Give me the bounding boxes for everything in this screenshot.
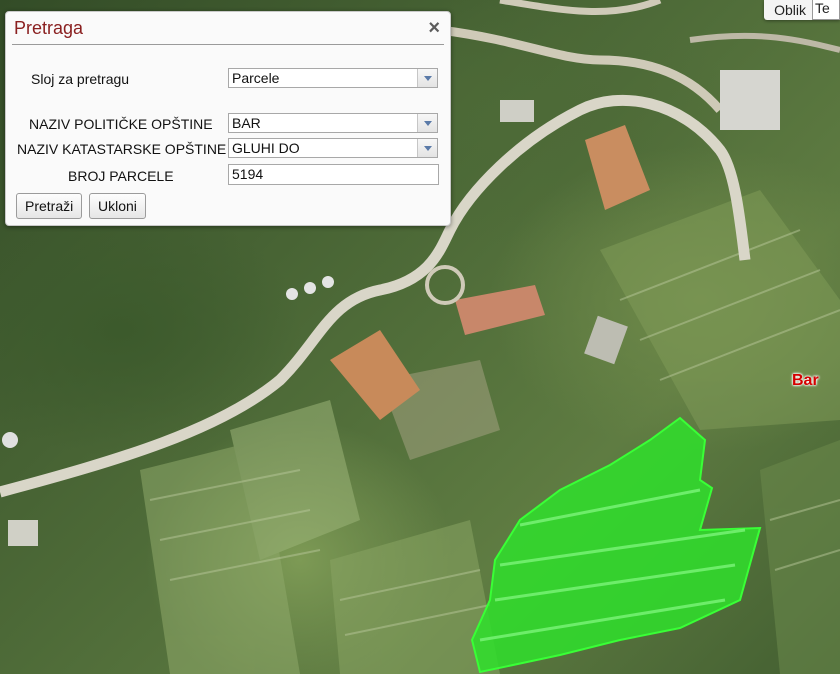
parcel-number-label: BROJ PARCELE (68, 168, 174, 184)
chevron-down-icon[interactable] (417, 139, 437, 157)
parcel-number-input[interactable]: 5194 (228, 164, 439, 185)
place-label-bar: Bar (792, 372, 819, 389)
close-icon[interactable]: × (428, 18, 440, 38)
search-button[interactable]: Pretraži (16, 193, 83, 219)
shape-control: Oblik Te (764, 0, 840, 20)
dialog-title: Pretraga (14, 18, 84, 38)
chevron-down-icon[interactable] (417, 69, 437, 87)
shape-input[interactable]: Te (812, 0, 840, 20)
political-municipality-select[interactable]: BAR (228, 113, 438, 133)
political-municipality-value: BAR (232, 115, 261, 131)
cadastral-municipality-select[interactable]: GLUHI DO (228, 138, 438, 158)
remove-button[interactable]: Ukloni (89, 193, 146, 219)
layer-label: Sloj za pretragu (31, 71, 130, 87)
political-municipality-label: NAZIV POLITIČKE OPŠTINE (29, 116, 213, 132)
layer-select-value: Parcele (232, 70, 280, 86)
cadastral-municipality-label: NAZIV KATASTARSKE OPŠTINE (17, 141, 227, 157)
cadastral-municipality-value: GLUHI DO (232, 140, 300, 156)
chevron-down-icon[interactable] (417, 114, 437, 132)
search-dialog: Pretraga × Sloj za pretragu Parcele NAZI… (5, 11, 451, 226)
title-divider (12, 44, 444, 45)
shape-label: Oblik (774, 2, 806, 18)
layer-select[interactable]: Parcele (228, 68, 438, 88)
